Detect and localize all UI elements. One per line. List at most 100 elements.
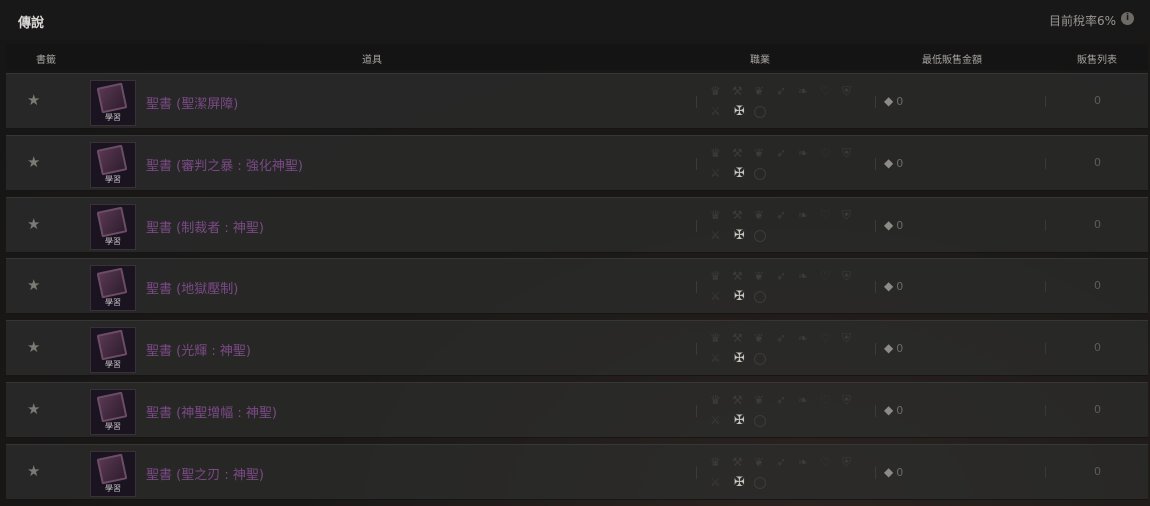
- learn-badge: 學習: [105, 174, 121, 184]
- item-name[interactable]: 聖書 (光輝 : 神聖): [146, 340, 251, 359]
- item-list: ★ 學習 聖書 (聖潔屏障) ♛ ⚒ ❦ ➶ ❧ ♡ ⛨ ✠ ⚔ ◆ 0 0 ★ …: [6, 73, 1148, 506]
- header-item[interactable]: 道具: [362, 51, 382, 66]
- class-heart-icon: ♡: [820, 392, 831, 407]
- crusader-class-icon: ✠: [734, 104, 745, 119]
- diamond-icon: ◆: [884, 94, 894, 108]
- item-name[interactable]: 聖書 (地獄壓制): [146, 278, 238, 297]
- star-icon[interactable]: ★: [27, 153, 40, 171]
- learn-badge: 學習: [105, 298, 121, 308]
- table-row[interactable]: ★ 學習 聖書 (審判之暴 : 強化神聖) ♛ ⚒ ❦ ➶ ❧ ♡ ⛨ ✠ ⚔ …: [6, 134, 1148, 191]
- min-price: ◆ 0: [884, 279, 903, 293]
- table-row[interactable]: ★ 學習 聖書 (神聖增幅 : 神聖) ♛ ⚒ ❦ ➶ ❧ ♡ ⛨ ✠ ⚔ ◆ 0…: [6, 381, 1148, 438]
- item-name[interactable]: 聖書 (聖之刃 : 神聖): [146, 464, 264, 483]
- item-name[interactable]: 聖書 (神聖增幅 : 神聖): [146, 402, 277, 421]
- star-icon[interactable]: ★: [27, 338, 40, 356]
- class-bow-icon: ➶: [776, 454, 787, 469]
- class-heart-icon: ♡: [820, 454, 831, 469]
- table-row[interactable]: ★ 學習 聖書 (聖潔屏障) ♛ ⚒ ❦ ➶ ❧ ♡ ⛨ ✠ ⚔ ◆ 0 0: [6, 73, 1148, 129]
- learn-badge: 學習: [105, 360, 121, 370]
- class-ring-icon: [754, 167, 766, 180]
- bracket-right: [875, 96, 876, 108]
- class-icons: ♛ ⚒ ❦ ➶ ❧ ♡ ⛨ ✠ ⚔: [696, 269, 876, 305]
- bracket-right: [875, 157, 876, 170]
- class-bow-icon: ➶: [776, 269, 787, 284]
- divider: [1045, 343, 1046, 355]
- item-name[interactable]: 聖書 (聖潔屏障): [146, 93, 238, 112]
- header-bookmark[interactable]: 書籤: [36, 51, 56, 66]
- class-crown-icon: ♛: [710, 207, 721, 222]
- min-price: ◆ 0: [884, 403, 903, 417]
- header-listings[interactable]: 販售列表: [1077, 51, 1117, 66]
- class-wing-icon: ❦: [754, 84, 765, 98]
- class-ring-icon: [754, 291, 766, 304]
- min-price: ◆ 0: [884, 156, 903, 170]
- crusader-class-icon: ✠: [734, 165, 745, 181]
- class-wing-icon: ❦: [754, 269, 765, 284]
- bracket-right: [875, 404, 876, 417]
- item-name[interactable]: 聖書 (審判之暴 : 強化神聖): [146, 155, 303, 174]
- bracket-left: [696, 466, 697, 479]
- class-icons: ♛ ⚒ ❦ ➶ ❧ ♡ ⛨ ✠ ⚔: [696, 331, 876, 367]
- learn-badge: 學習: [105, 483, 121, 493]
- table-row[interactable]: ★ 學習 聖書 (制裁者 : 神聖) ♛ ⚒ ❦ ➶ ❧ ♡ ⛨ ✠ ⚔ ◆ 0 …: [6, 196, 1148, 253]
- class-hammer-icon: ⚒: [732, 331, 743, 346]
- class-shield-icon: ⛨: [842, 454, 852, 469]
- title-bar: 傳說 目前稅率6% i: [0, 0, 1150, 40]
- divider: [1045, 157, 1046, 169]
- book-image: [96, 391, 128, 423]
- class-leaf-icon: ❧: [798, 269, 809, 284]
- info-icon[interactable]: i: [1121, 12, 1134, 25]
- header-class[interactable]: 職業: [750, 51, 770, 66]
- star-icon[interactable]: ★: [27, 215, 40, 233]
- holy-book-icon[interactable]: 學習: [90, 203, 136, 250]
- learn-badge: 學習: [105, 113, 121, 122]
- diamond-icon: ◆: [884, 464, 894, 479]
- class-icons: ♛ ⚒ ❦ ➶ ❧ ♡ ⛨ ✠ ⚔: [696, 84, 876, 120]
- class-ring-icon: [754, 229, 766, 242]
- bracket-right: [875, 281, 876, 294]
- holy-book-icon[interactable]: 學習: [90, 141, 136, 188]
- tax-rate-label: 目前稅率6%: [1048, 14, 1116, 28]
- star-icon[interactable]: ★: [27, 276, 40, 294]
- class-crown-icon: ♛: [710, 331, 721, 346]
- holy-book-icon[interactable]: 學習: [90, 327, 136, 374]
- class-ring-icon: [754, 353, 766, 366]
- class-sword-icon: ⚔: [710, 474, 721, 489]
- holy-book-icon[interactable]: 學習: [90, 265, 136, 312]
- book-image: [96, 206, 128, 238]
- bracket-right: [875, 219, 876, 232]
- class-shield-icon: ⛨: [842, 84, 852, 98]
- holy-book-icon[interactable]: 學習: [90, 450, 136, 497]
- table-row[interactable]: ★ 學習 聖書 (光輝 : 神聖) ♛ ⚒ ❦ ➶ ❧ ♡ ⛨ ✠ ⚔ ◆ 0 0: [6, 320, 1148, 377]
- class-shield-icon: ⛨: [842, 331, 852, 346]
- learn-badge: 學習: [105, 236, 121, 246]
- class-ring-icon: [754, 476, 766, 489]
- star-icon[interactable]: ★: [27, 91, 40, 109]
- class-shield-icon: ⛨: [842, 145, 852, 160]
- star-icon[interactable]: ★: [27, 400, 40, 418]
- class-leaf-icon: ❧: [798, 145, 809, 160]
- header-min-price[interactable]: 最低販售金額: [922, 51, 982, 66]
- holy-book-icon[interactable]: 學習: [90, 388, 136, 435]
- class-shield-icon: ⛨: [842, 207, 852, 222]
- book-image: [96, 144, 128, 176]
- item-name[interactable]: 聖書 (制裁者 : 神聖): [146, 217, 264, 236]
- divider: [1045, 219, 1046, 231]
- class-hammer-icon: ⚒: [732, 269, 743, 284]
- table-row[interactable]: ★ 學習 聖書 (地獄壓制) ♛ ⚒ ❦ ➶ ❧ ♡ ⛨ ✠ ⚔ ◆ 0 0: [6, 258, 1148, 315]
- class-shield-icon: ⛨: [842, 269, 852, 284]
- class-crown-icon: ♛: [710, 84, 721, 98]
- listing-count: 0: [1094, 402, 1101, 416]
- min-price: ◆ 0: [884, 341, 903, 355]
- crusader-class-icon: ✠: [734, 289, 745, 305]
- bracket-right: [875, 343, 876, 356]
- diamond-icon: ◆: [884, 341, 894, 356]
- class-sword-icon: ⚔: [710, 165, 721, 180]
- table-row[interactable]: ★ 學習 聖書 (聖之刃 : 神聖) ♛ ⚒ ❦ ➶ ❧ ♡ ⛨ ✠ ⚔ ◆ 0 …: [6, 443, 1148, 500]
- class-hammer-icon: ⚒: [732, 207, 743, 222]
- class-hammer-icon: ⚒: [732, 145, 743, 160]
- diamond-icon: ◆: [884, 155, 894, 170]
- min-price-value: 0: [896, 342, 904, 356]
- star-icon[interactable]: ★: [27, 462, 40, 480]
- holy-book-icon[interactable]: 學習: [90, 80, 136, 126]
